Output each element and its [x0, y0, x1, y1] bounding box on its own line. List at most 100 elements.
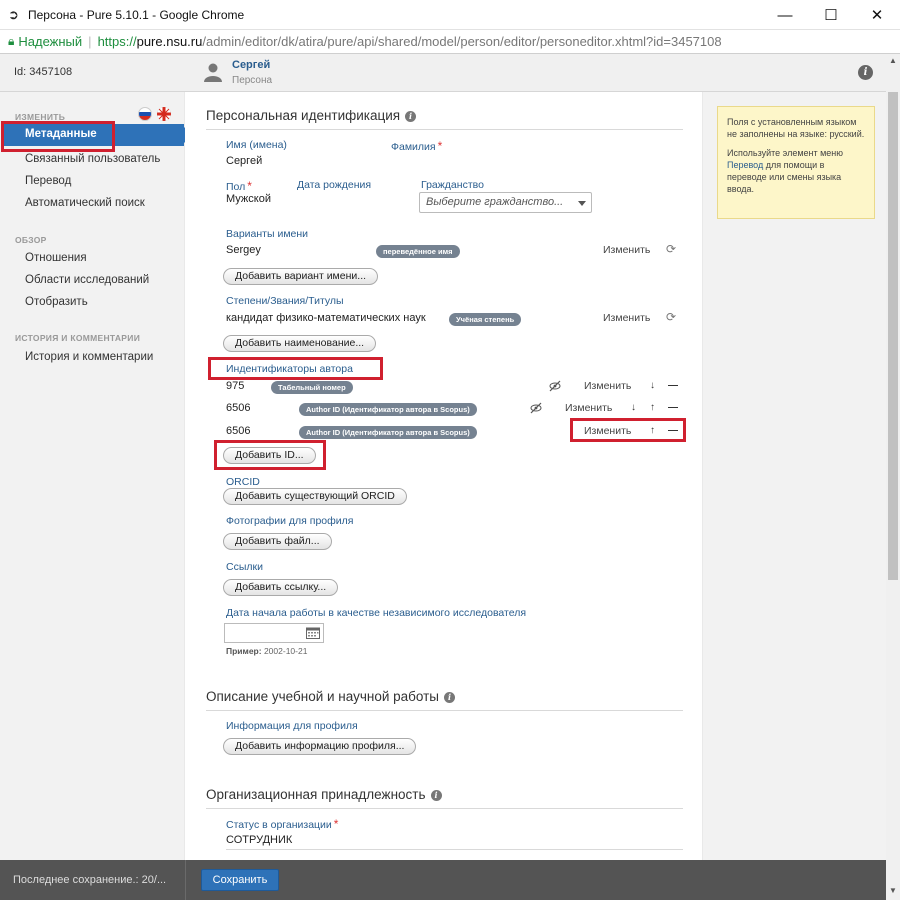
start-date-input[interactable] [224, 623, 324, 643]
url-path: /admin/editor/dk/atira/pure/api/shared/m… [202, 34, 722, 49]
change-id-link[interactable]: Изменить [565, 402, 612, 414]
degrees-label: Степени/Звания/Титулы [226, 295, 344, 307]
change-id-link[interactable]: Изменить [584, 425, 631, 437]
language-tip-box: Поля с установленным языком не заполнены… [717, 106, 875, 219]
section-divider [206, 808, 683, 809]
remove-icon[interactable]: — [668, 402, 678, 413]
move-up-arrow-icon[interactable]: ↑ [650, 425, 655, 436]
move-up-arrow-icon[interactable]: ↑ [650, 402, 655, 413]
section-title-organization: Организационная принадлежность i [206, 787, 442, 802]
maximize-button[interactable]: ☐ [808, 0, 854, 30]
window-controls: — ☐ ✕ [762, 0, 900, 30]
add-id-button[interactable]: Добавить ID... [223, 447, 316, 464]
name-variant-value: Sergey [226, 244, 261, 256]
sidebar-item-auto-search[interactable]: Автоматический поиск [25, 197, 145, 209]
person-type: Персона [232, 75, 273, 86]
birthdate-label: Дата рождения [297, 179, 372, 191]
sidebar-heading-history: ИСТОРИЯ И КОММЕНТАРИИ [15, 333, 141, 343]
sidebar-item-research-areas[interactable]: Области исследований [25, 274, 149, 286]
sidebar-item-history[interactable]: История и комментарии [25, 351, 153, 363]
change-degree-link[interactable]: Изменить [603, 312, 650, 324]
refresh-icon[interactable]: ⟳ [666, 310, 676, 324]
photos-label: Фотографии для профиля [226, 515, 354, 527]
editor-main: Персональная идентификация i Имя (имена) … [185, 92, 702, 860]
russian-flag-icon[interactable] [138, 107, 152, 121]
sidebar-item-linked-user[interactable]: Связанный пользователь [25, 153, 160, 165]
save-button[interactable]: Сохранить [201, 869, 279, 891]
sidebar-item-metadata[interactable]: Метаданные [4, 124, 192, 146]
author-id-value: 6506 [226, 402, 251, 414]
help-info-icon[interactable]: i [858, 65, 873, 80]
last-save-status: Последнее сохранение.: 20/... [13, 874, 167, 886]
address-bar[interactable]: 🔒︎ Надежный | https://pure.nsu.ru/admin/… [0, 30, 900, 54]
move-down-arrow-icon[interactable]: ↓ [650, 380, 655, 391]
name-variants-label: Варианты имени [226, 228, 309, 240]
person-name: Сергей [232, 59, 271, 71]
required-mark: * [437, 139, 443, 153]
url-host: pure.nsu.ru [136, 34, 203, 49]
start-date-label: Дата начала работы в качестве независимо… [226, 607, 527, 619]
refresh-icon[interactable]: ⟳ [666, 242, 676, 256]
editor-footer: Последнее сохранение.: 20/... Сохранить [0, 860, 886, 900]
org-status-label: Статус в организации * [226, 817, 339, 831]
hidden-eye-icon[interactable] [549, 380, 561, 392]
author-id-tag: Author ID (Идентификатор автора в Scopus… [299, 426, 477, 439]
tip-line-1: Поля с установленным языком не заполнены… [727, 117, 865, 139]
page-scrollbar[interactable]: ▲ ▼ [886, 54, 900, 900]
info-icon[interactable]: i [405, 111, 417, 122]
info-icon[interactable]: i [443, 692, 455, 703]
first-name-value[interactable]: Сергей [226, 155, 262, 167]
sidebar-item-relations[interactable]: Отношения [25, 252, 87, 264]
sidebar-item-display[interactable]: Отобразить [25, 296, 88, 308]
lock-icon: 🔒︎ [8, 34, 15, 48]
close-button[interactable]: ✕ [854, 0, 900, 30]
minimize-button[interactable]: — [762, 0, 808, 30]
info-icon[interactable]: i [430, 790, 442, 801]
links-label: Ссылки [226, 561, 263, 573]
orcid-label: ORCID [226, 476, 260, 488]
sidebar: ИЗМЕНИТЬ Метаданные Связанный пользовате… [0, 92, 192, 860]
footer-divider [185, 860, 186, 900]
author-id-tag: Табельный номер [271, 381, 353, 394]
last-name-label: Фамилия * [391, 139, 443, 153]
row-divider [226, 849, 683, 850]
citizenship-label: Гражданство [421, 179, 484, 191]
translation-link[interactable]: Перевод [727, 160, 763, 170]
hidden-eye-icon[interactable] [530, 402, 542, 414]
english-flag-icon[interactable] [157, 107, 171, 121]
sidebar-item-translation[interactable]: Перевод [25, 175, 71, 187]
url-protocol: https:// [97, 34, 137, 49]
calendar-icon[interactable] [306, 627, 320, 639]
citizenship-placeholder: Выберите гражданство... [426, 196, 564, 208]
window-title: Персона - Pure 5.10.1 - Google Chrome [28, 7, 245, 22]
change-id-link[interactable]: Изменить [584, 380, 631, 392]
person-avatar-icon [204, 63, 222, 82]
add-orcid-button[interactable]: Добавить существующий ORCID [223, 488, 407, 505]
citizenship-select[interactable]: Выберите гражданство... [419, 192, 592, 213]
scrollbar-thumb[interactable] [888, 92, 898, 580]
remove-icon[interactable]: — [668, 380, 678, 391]
tip-line-2: Используйте элемент меню Перевод для пом… [727, 148, 844, 194]
first-name-label: Имя (имена) [226, 139, 287, 151]
window-titlebar: ➲ Персона - Pure 5.10.1 - Google Chrome … [0, 0, 900, 30]
sidebar-heading-edit: ИЗМЕНИТЬ [15, 112, 66, 122]
gender-value[interactable]: Мужской [226, 193, 271, 205]
add-file-button[interactable]: Добавить файл... [223, 533, 332, 550]
scroll-up-icon[interactable]: ▲ [889, 56, 897, 65]
address-separator: | [88, 34, 92, 49]
add-name-variant-button[interactable]: Добавить вариант имени... [223, 268, 379, 285]
org-status-value: СОТРУДНИК [226, 834, 293, 846]
add-title-button[interactable]: Добавить наименование... [223, 335, 377, 352]
remove-icon[interactable]: — [668, 425, 678, 436]
secure-label: Надежный [18, 34, 83, 49]
add-profile-info-button[interactable]: Добавить информацию профиля... [223, 738, 417, 755]
change-name-variant-link[interactable]: Изменить [603, 244, 650, 256]
name-variant-tag: переведённое имя [376, 245, 460, 258]
section-title-description: Описание учебной и научной работы i [206, 689, 455, 704]
move-down-arrow-icon[interactable]: ↓ [631, 402, 636, 413]
required-mark: * [333, 817, 339, 831]
author-id-value: 6506 [226, 425, 251, 437]
right-panel: Поля с установленным языком не заполнены… [703, 92, 886, 860]
scroll-down-icon[interactable]: ▼ [889, 886, 897, 895]
add-link-button[interactable]: Добавить ссылку... [223, 579, 339, 596]
